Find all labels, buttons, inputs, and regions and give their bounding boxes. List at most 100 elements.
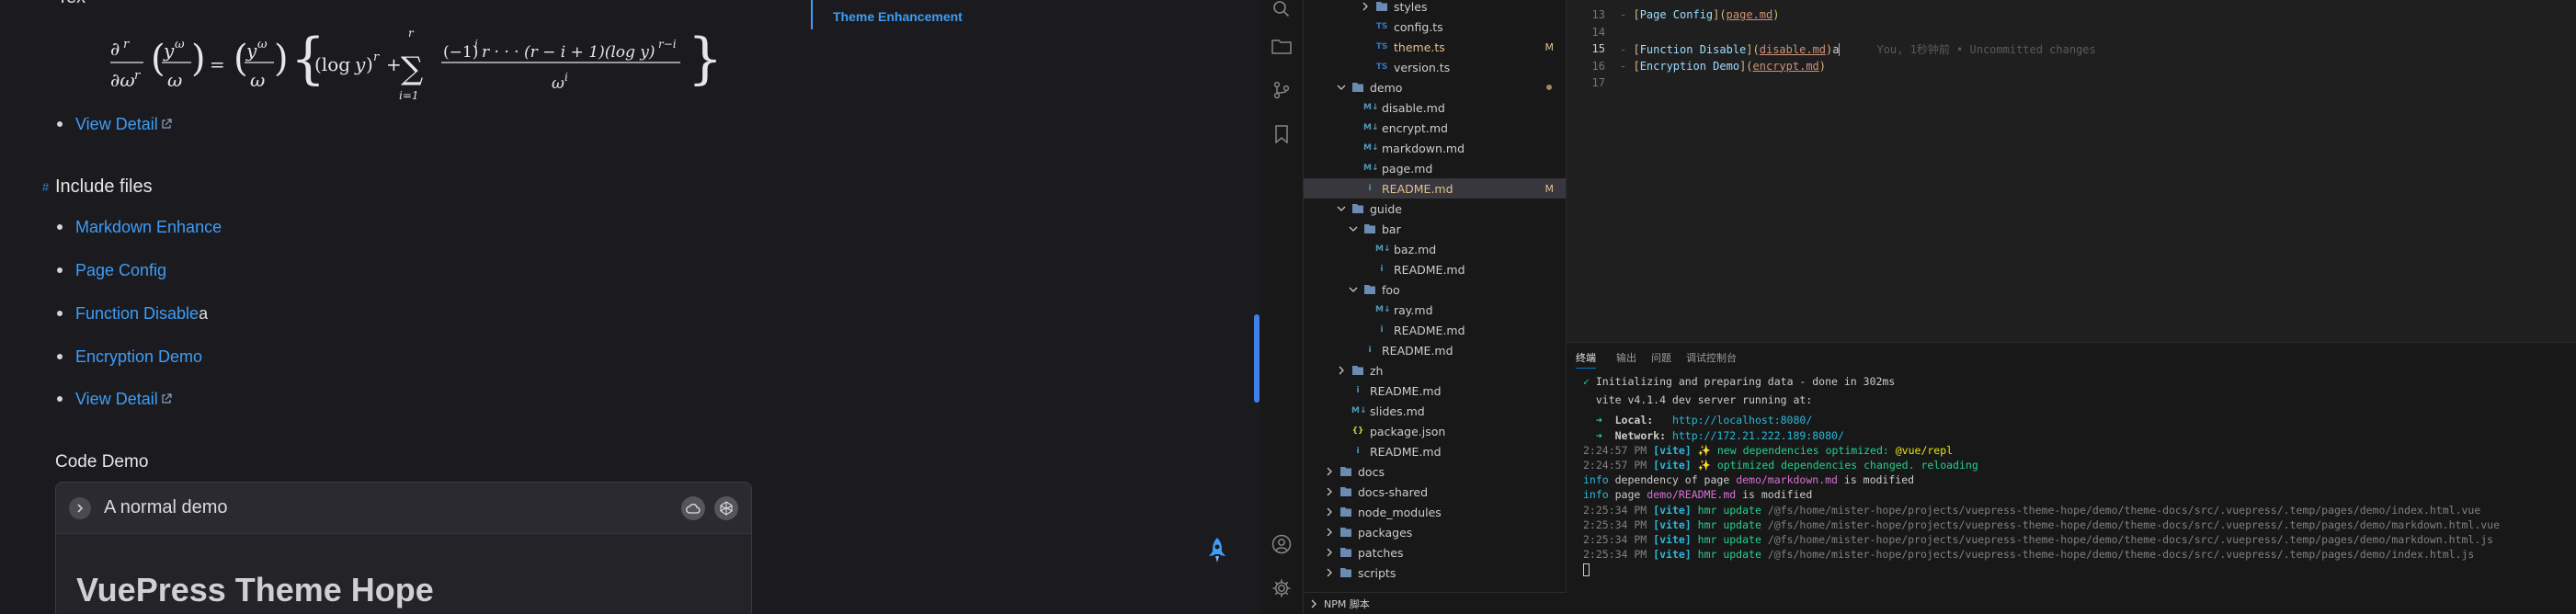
tree-folder[interactable]: guide [1304,199,1566,219]
tree-file[interactable]: TS version.ts [1304,57,1566,77]
markdown-enhance-link[interactable]: Markdown Enhance [75,218,222,237]
heading-anchor-icon[interactable]: # [42,180,49,194]
code-line[interactable]: 16 - [Encryption Demo](encrypt.md) [1567,57,2576,75]
svg-text:ω: ω [175,38,185,51]
encryption-demo-link[interactable]: Encryption Demo [75,347,202,367]
tex-label: Tex [57,0,85,8]
tree-file[interactable]: i README.md [1304,381,1566,401]
svg-text:∂: ∂ [110,38,120,60]
bracket: ) [1772,8,1780,21]
tab-debug-console[interactable]: 调试控制台 [1686,350,1737,365]
chevron-right-icon [1339,366,1344,375]
tree-item-label: README.md [1370,383,1442,398]
tree-file[interactable]: M↓ slides.md [1304,401,1566,421]
code-line[interactable]: 14 [1567,23,2576,41]
activity-bookmarks[interactable] [1260,112,1304,156]
bracket: ) [1818,59,1827,73]
folder-icon [1352,366,1363,375]
tree-folder[interactable]: demo [1304,77,1566,97]
md-file-icon: M↓ [1363,164,1379,173]
tree-file[interactable]: i README.md [1304,340,1566,360]
code-line[interactable]: 15 - [Function Disable](disable.md)a You, … [1567,40,2576,58]
tree-file[interactable]: i README.md [1304,320,1566,340]
tree-file[interactable]: TS theme.ts M [1304,37,1566,57]
tab-terminal[interactable]: 终端 [1576,350,1596,369]
code-line[interactable]: 13 - [Page Config](page.md) [1567,6,2576,24]
svg-text:+: + [386,53,402,75]
svg-text:}: } [688,27,723,91]
tree-file[interactable]: M↓ disable.md [1304,97,1566,118]
code-line[interactable]: 17 [1567,74,2576,92]
line-number: 14 [1591,25,1605,39]
code-editor[interactable]: 13 - [Page Config](page.md) 14 15- [Functio… [1567,0,2576,342]
terminal-text: 2:25:34 PM [1583,533,1654,546]
tree-folder[interactable]: packages [1304,522,1566,542]
activity-settings[interactable] [1260,566,1304,610]
tree-folder[interactable]: foo [1304,279,1566,300]
tree-folder[interactable]: docs-shared [1304,482,1566,502]
terminal-hmr-line: 2:25:34 PM [vite] hmr update /@fs/home/m… [1583,503,2480,517]
terminal-text: info [1583,488,1615,502]
tree-file[interactable]: M↓ baz.md [1304,239,1566,259]
ts-file-icon: TS [1375,22,1388,31]
codepen-button[interactable] [681,495,705,520]
tree-file[interactable]: TS config.ts [1304,17,1566,37]
terminal-text: Network: [1614,428,1672,442]
folder-icon [1340,467,1351,476]
activity-explorer[interactable] [1260,24,1304,68]
tree-folder[interactable]: styles [1304,0,1566,17]
npm-scripts-section[interactable]: NPM 脚本 [1304,592,1567,614]
code-demo-box: A normal demo VuePress Theme Hope [55,482,752,614]
activity-source-control[interactable] [1260,68,1304,112]
tree-file[interactable]: M↓ encrypt.md [1304,118,1566,138]
tree-file[interactable]: {} package.json [1304,421,1566,441]
tree-folder[interactable]: node_modules [1304,502,1566,522]
activity-accounts[interactable] [1260,522,1304,566]
tree-folder[interactable]: bar [1304,219,1566,239]
external-link-icon [162,393,172,404]
svg-text:i: i [474,38,478,51]
tree-file[interactable]: M↓ page.md [1304,158,1566,178]
back-to-top-icon[interactable] [1206,537,1228,564]
view-detail-link[interactable]: View Detail [75,115,158,134]
tree-file[interactable]: i README.md [1304,259,1566,279]
terminal-text: page [1614,488,1647,502]
tree-folder[interactable]: scripts [1304,563,1566,583]
function-disable-link[interactable]: Function Disable [75,304,199,324]
terminal-text: /@fs/home/mister-hope/projects/vuepress-… [1767,517,2501,531]
link-url: page.md [1726,8,1773,21]
folder-icon [1340,568,1351,577]
chevron-right-icon [1327,548,1332,557]
svg-text:r: r [123,38,130,51]
inline-text: a [1832,42,1840,56]
svg-text:y: y [354,53,366,75]
tree-folder[interactable]: zh [1304,360,1566,381]
tree-item-label: patches [1358,545,1404,560]
terminal-text: 2:24:57 PM [1583,459,1654,472]
code-text: - [Page Config](page.md) [1620,8,1779,21]
folder-icon [1340,548,1351,557]
tree-folder[interactable]: patches [1304,542,1566,563]
tab-problems[interactable]: 问题 [1651,350,1671,365]
tab-output[interactable]: 输出 [1616,350,1636,365]
tree-item-label: baz.md [1394,242,1437,256]
tree-file[interactable]: i README.md [1304,441,1566,461]
bracket: [ [1633,8,1640,21]
demo-expand-button[interactable] [69,496,91,519]
bracket: [ [1633,42,1640,56]
jsfiddle-button[interactable] [714,495,738,520]
terminal-text: [vite] [1653,503,1698,517]
view-detail-link[interactable]: View Detail [75,390,158,409]
tree-file[interactable]: M↓ ray.md [1304,300,1566,320]
tree-file[interactable]: M↓ markdown.md [1304,138,1566,158]
git-modified-badge: M [1544,40,1555,53]
tree-folder[interactable]: docs [1304,461,1566,482]
toc-item-theme-enhancement[interactable]: Theme Enhancement [833,9,963,24]
page-config-link[interactable]: Page Config [75,261,166,280]
line-number: 13 [1591,8,1605,21]
link-url: encrypt.md [1752,59,1819,73]
tree-item-label: node_modules [1358,505,1442,519]
codepen-icon [720,500,733,516]
tree-item-label: theme.ts [1394,40,1445,54]
tree-file[interactable]: i README.md M [1304,178,1566,199]
